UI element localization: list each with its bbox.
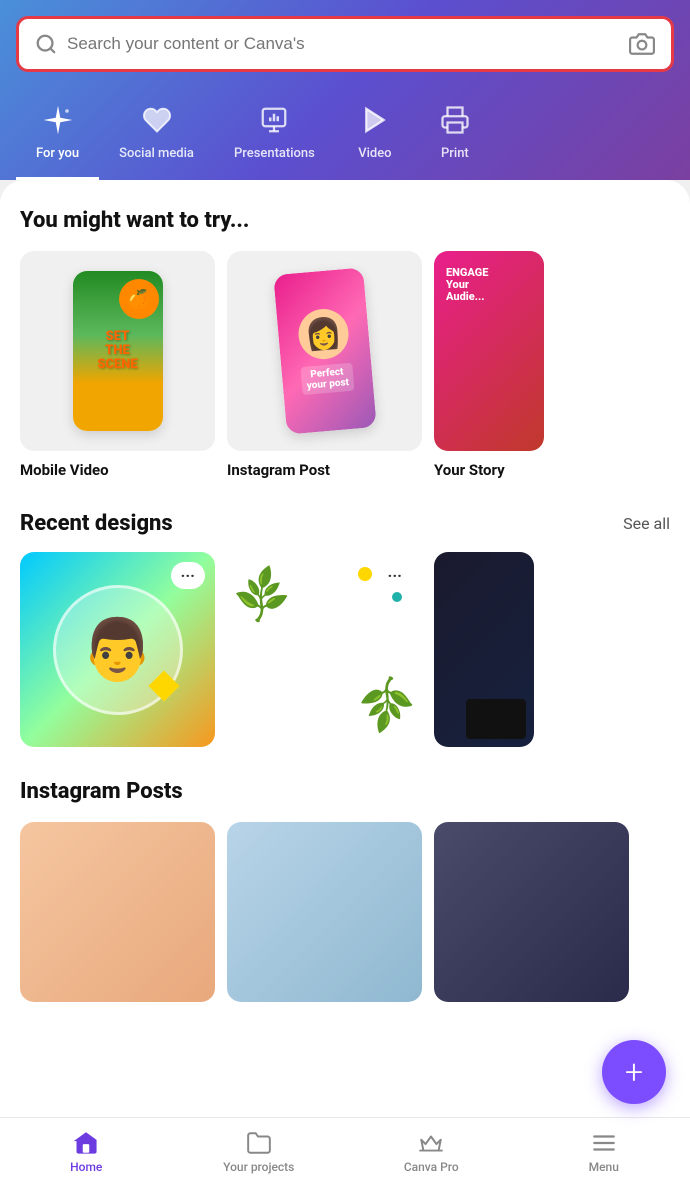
try-card-your-story[interactable]: ENGAGEYourAudie... Your Story	[434, 251, 544, 479]
menu-icon	[591, 1130, 617, 1156]
phone-mockup-mv: 🍊 SETTHESCENE	[73, 271, 163, 431]
nav-menu-label: Menu	[589, 1160, 619, 1174]
face-decoration: 👩	[296, 307, 350, 361]
phone-screen-mv: 🍊 SETTHESCENE	[73, 271, 163, 431]
instagram-post-image: 👩 Perfectyour post	[227, 251, 422, 451]
instagram-posts-section: Instagram Posts	[20, 779, 670, 1002]
crown-icon	[418, 1130, 444, 1156]
instagram-post-label: Instagram Post	[227, 461, 422, 479]
nav-your-projects-label: Your projects	[223, 1160, 294, 1174]
instagram-posts-row	[20, 822, 670, 1002]
dot-teal	[392, 592, 402, 602]
nav-home-label: Home	[70, 1160, 102, 1174]
recent-designs-section: Recent designs See all ··· 👨 ··· 🌿 🌿	[20, 511, 670, 747]
instagram-posts-title: Instagram Posts	[20, 779, 670, 804]
tab-for-you[interactable]: For you	[16, 92, 99, 180]
design-card-1-more[interactable]: ···	[171, 562, 205, 589]
tab-video[interactable]: Video	[335, 92, 415, 180]
recent-designs-title: Recent designs	[20, 511, 173, 536]
tab-video-label: Video	[358, 146, 391, 161]
home-icon	[73, 1130, 99, 1156]
fruit-decoration: 🍊	[119, 279, 159, 319]
tab-presentations-label: Presentations	[234, 146, 315, 161]
search-icon	[35, 33, 57, 55]
try-card-mobile-video[interactable]: 🍊 SETTHESCENE Mobile Video	[20, 251, 215, 479]
tab-social-media-label: Social media	[119, 146, 194, 161]
search-bar[interactable]	[16, 16, 674, 72]
engage-text: ENGAGEYourAudie...	[446, 267, 488, 303]
design-cards: ··· 👨 ··· 🌿 🌿	[20, 552, 670, 747]
design-card-2-more[interactable]: ···	[378, 562, 412, 589]
fab-create-button[interactable]: +	[602, 1040, 666, 1104]
dot-yellow	[358, 567, 372, 581]
bottom-nav: Home Your projects Canva Pro Menu	[0, 1117, 690, 1194]
header: For you Social media	[0, 0, 690, 180]
main-content: You might want to try... 🍊 SETTHESCENE M…	[0, 180, 690, 1122]
print-icon	[435, 100, 475, 140]
heart-icon	[137, 100, 177, 140]
fab-plus-icon: +	[625, 1053, 643, 1091]
ig-post-card-3[interactable]	[434, 822, 629, 1002]
tab-for-you-label: For you	[36, 146, 79, 161]
ig-post-card-1[interactable]	[20, 822, 215, 1002]
try-card-instagram-post[interactable]: 👩 Perfectyour post Instagram Post	[227, 251, 422, 479]
recent-designs-header: Recent designs See all	[20, 511, 670, 536]
phone-screen-ip: 👩 Perfectyour post	[273, 267, 377, 434]
nav-canva-pro-label: Canva Pro	[404, 1160, 459, 1174]
search-input[interactable]	[67, 34, 619, 54]
sparkle-icon	[38, 100, 78, 140]
nav-menu[interactable]: Menu	[564, 1130, 644, 1174]
tab-social-media[interactable]: Social media	[99, 92, 214, 180]
try-section: You might want to try... 🍊 SETTHESCENE M…	[20, 208, 670, 479]
design-card-1[interactable]: ··· 👨	[20, 552, 215, 747]
phone-mockup-ip: 👩 Perfectyour post	[273, 267, 377, 434]
try-section-title: You might want to try...	[20, 208, 670, 233]
tab-print-label: Print	[441, 146, 469, 161]
folder-icon	[246, 1130, 272, 1156]
tab-presentations[interactable]: Presentations	[214, 92, 335, 180]
dark-card-content	[434, 552, 534, 747]
leaf-bottom-right: 🌿	[354, 671, 421, 737]
dark-card-screen	[466, 699, 526, 739]
nav-tabs: For you Social media	[16, 92, 674, 180]
camera-icon[interactable]	[629, 31, 655, 57]
your-story-image: ENGAGEYourAudie...	[434, 251, 544, 451]
set-the-scene-text: SETTHESCENE	[97, 330, 137, 373]
leaf-top-left: 🌿	[229, 563, 296, 629]
perfect-your-post-text: Perfectyour post	[300, 363, 355, 395]
ig-post-card-2[interactable]	[227, 822, 422, 1002]
pie-chart-icon	[254, 100, 294, 140]
nav-your-projects[interactable]: Your projects	[219, 1130, 299, 1174]
nav-canva-pro[interactable]: Canva Pro	[391, 1130, 471, 1174]
design-card-3[interactable]	[434, 552, 534, 747]
design-card-2[interactable]: ··· 🌿 🌿	[227, 552, 422, 747]
mobile-video-image: 🍊 SETTHESCENE	[20, 251, 215, 451]
try-cards: 🍊 SETTHESCENE Mobile Video 👩 Perfectyour…	[20, 251, 670, 479]
mobile-video-label: Mobile Video	[20, 461, 215, 479]
nav-home[interactable]: Home	[46, 1130, 126, 1174]
video-icon	[355, 100, 395, 140]
your-story-label: Your Story	[434, 461, 544, 479]
tab-print[interactable]: Print	[415, 92, 495, 180]
see-all-button[interactable]: See all	[623, 514, 670, 533]
